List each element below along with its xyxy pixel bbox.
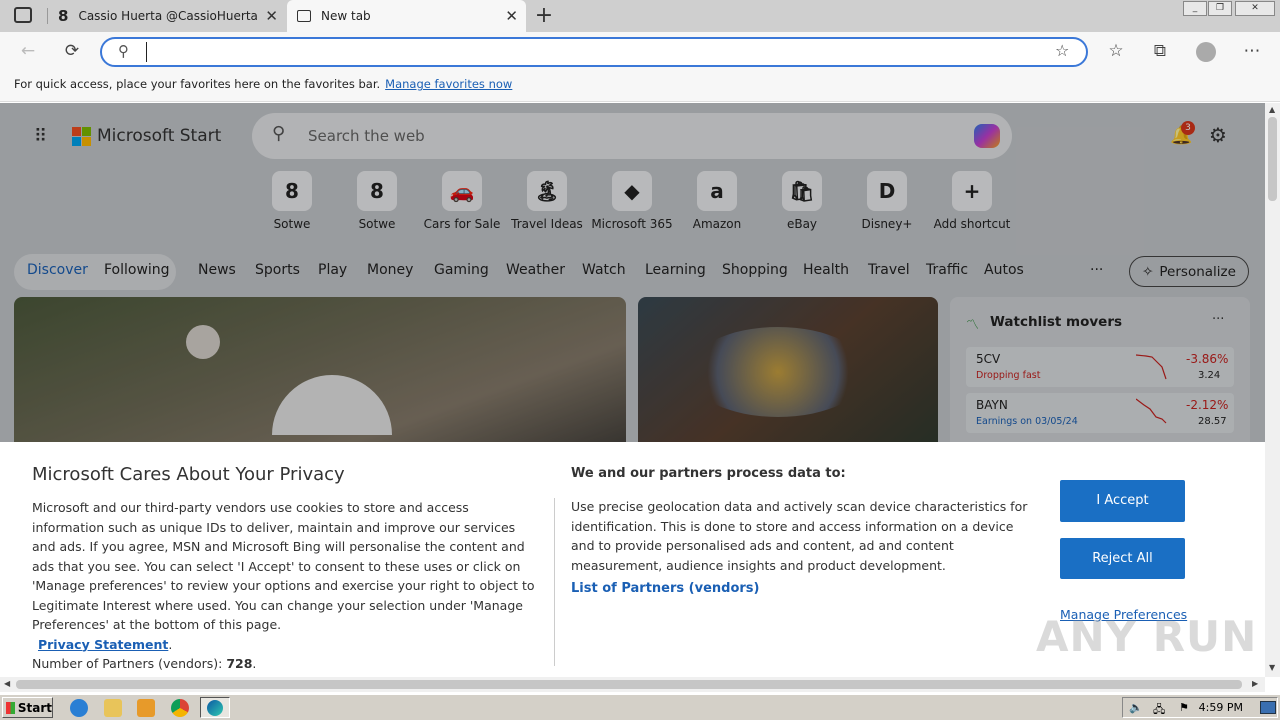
purpose-title: We and our partners process data to:: [571, 466, 846, 481]
favorites-bar-hint: For quick access, place your favorites h…: [0, 70, 1280, 102]
close-icon[interactable]: ✕: [265, 8, 278, 24]
close-icon[interactable]: ✕: [505, 8, 518, 24]
network-icon[interactable]: 🖧: [1153, 701, 1165, 720]
privacy-divider: [554, 498, 555, 666]
privacy-statement-link[interactable]: Privacy Statement: [38, 637, 168, 652]
tab-title: Cassio Huerta @CassioHuerta - T: [78, 9, 259, 23]
tab-actions-icon[interactable]: [14, 7, 32, 23]
window-close-button[interactable]: ✕: [1235, 1, 1275, 16]
privacy-body-text: Microsoft and our third-party vendors us…: [32, 500, 535, 632]
edge-icon: [207, 700, 223, 716]
clock: 4:59 PM: [1198, 701, 1243, 714]
edge-taskbar-button[interactable]: [200, 697, 230, 718]
address-input[interactable]: [146, 42, 1026, 62]
restore-button[interactable]: ❐: [1208, 1, 1232, 16]
internet-explorer-icon[interactable]: [70, 699, 88, 717]
manage-favorites-link[interactable]: Manage favorites now: [385, 77, 512, 91]
scroll-thumb[interactable]: [16, 680, 1242, 689]
privacy-body: Microsoft and our third-party vendors us…: [32, 500, 535, 671]
tab-new-tab[interactable]: New tab ✕: [287, 0, 526, 32]
refresh-icon[interactable]: ⟳: [60, 39, 84, 63]
purpose-body: Use precise geolocation data and activel…: [571, 499, 1028, 573]
windows-taskbar: Start 🔈 🖧 ⚑ 4:59 PM: [0, 694, 1280, 720]
address-bar[interactable]: ⚲ ☆: [100, 37, 1088, 67]
privacy-consent-banner: Microsoft Cares About Your Privacy Micro…: [0, 442, 1265, 677]
scroll-down-arrow[interactable]: ▼: [1269, 663, 1275, 672]
windows-logo-icon: [6, 701, 15, 714]
volume-icon[interactable]: 🔈: [1129, 701, 1143, 714]
scroll-up-arrow[interactable]: ▲: [1269, 105, 1275, 114]
system-tray: 🔈 🖧 ⚑ 4:59 PM: [1122, 697, 1278, 718]
tab-cassio-huerta[interactable]: 8 Cassio Huerta @CassioHuerta - T ✕: [48, 0, 286, 32]
media-player-icon[interactable]: [137, 699, 155, 717]
new-tab-favicon-icon: [297, 10, 311, 22]
profile-avatar[interactable]: [1196, 42, 1216, 62]
favorites-icon[interactable]: ☆: [1104, 39, 1128, 63]
reject-all-button[interactable]: Reject All: [1060, 538, 1185, 579]
file-explorer-icon[interactable]: [104, 699, 122, 717]
back-icon[interactable]: ←: [16, 39, 40, 63]
privacy-title: Microsoft Cares About Your Privacy: [32, 464, 345, 485]
start-label: Start: [17, 700, 52, 715]
flag-icon[interactable]: ⚑: [1179, 701, 1189, 714]
partners-count: 728: [226, 656, 253, 671]
anyrun-watermark: ANY RUN: [1036, 612, 1258, 661]
chrome-icon[interactable]: [171, 699, 189, 717]
start-button[interactable]: Start: [2, 697, 53, 718]
tab-bar: 8 Cassio Huerta @CassioHuerta - T ✕ New …: [0, 0, 1280, 32]
horizontal-scrollbar[interactable]: ◀ ▶: [0, 677, 1265, 692]
favorites-hint-text: For quick access, place your favorites h…: [14, 77, 381, 91]
sotwe-favicon-icon: 8: [58, 7, 69, 25]
show-desktop-icon[interactable]: [1260, 701, 1276, 714]
scroll-left-arrow[interactable]: ◀: [4, 679, 10, 688]
vertical-scrollbar[interactable]: ▲ ▼: [1265, 103, 1280, 677]
search-icon: ⚲: [118, 42, 129, 60]
scroll-right-arrow[interactable]: ▶: [1252, 679, 1258, 688]
new-tab-button[interactable]: +: [534, 3, 554, 28]
accept-button[interactable]: I Accept: [1060, 480, 1185, 522]
scroll-thumb[interactable]: [1268, 117, 1277, 201]
add-favorite-icon[interactable]: ☆: [1055, 41, 1069, 60]
minimize-button[interactable]: _: [1183, 1, 1207, 16]
list-of-partners-link[interactable]: List of Partners (vendors): [571, 581, 759, 596]
collections-icon[interactable]: ⧉: [1148, 39, 1172, 63]
more-options-icon[interactable]: ⋯: [1240, 39, 1264, 63]
tab-title: New tab: [321, 9, 371, 23]
partners-count-label: Number of Partners (vendors):: [32, 656, 227, 671]
